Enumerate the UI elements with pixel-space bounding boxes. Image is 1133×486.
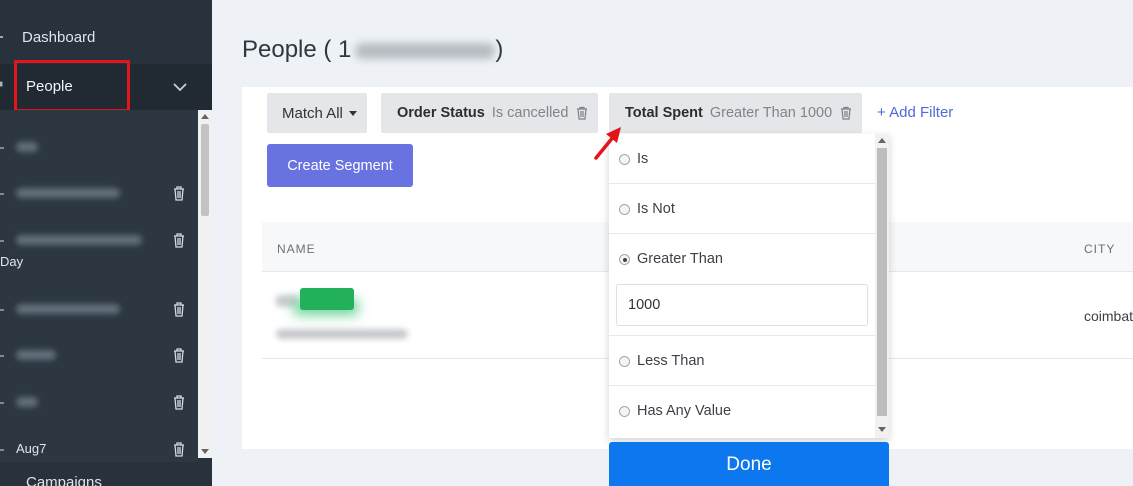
segment-bullet	[0, 309, 4, 311]
match-all-dropdown[interactable]: Match All	[267, 93, 367, 133]
status-badge	[300, 288, 354, 310]
radio-button[interactable]	[619, 356, 630, 367]
sidebar-item-people[interactable]: ■ People	[0, 60, 212, 112]
scroll-thumb[interactable]	[877, 148, 887, 416]
option-label: Is Not	[637, 201, 675, 217]
done-button[interactable]: Done	[609, 442, 889, 486]
segment-label-redacted	[16, 397, 38, 407]
trash-icon[interactable]	[172, 441, 186, 457]
radio-button[interactable]	[619, 204, 630, 215]
condition-dropdown: Is Is Not Greater Than Less Than Has Any…	[609, 134, 889, 438]
filter-value: Is cancelled	[491, 105, 569, 121]
radio-button-selected[interactable]	[619, 254, 630, 265]
chevron-down-icon[interactable]	[172, 79, 188, 95]
nav-bullet	[0, 36, 3, 38]
dropdown-scrollbar[interactable]	[875, 134, 889, 438]
segment-bullet	[0, 402, 4, 404]
filter-value: Greater Than 1000	[709, 105, 833, 121]
segment-item[interactable]	[0, 340, 198, 370]
option-label: Is	[637, 151, 649, 167]
trash-icon[interactable]	[840, 106, 852, 120]
segment-item[interactable]	[0, 132, 198, 162]
trash-icon[interactable]	[172, 301, 186, 317]
filter-key: Total Spent	[625, 105, 703, 121]
value-input[interactable]	[616, 284, 868, 326]
segment-item-aug7[interactable]: Aug7	[0, 434, 198, 464]
annotation-arrow-icon	[594, 127, 621, 160]
segment-bullet	[0, 355, 4, 357]
segment-label: Aug7	[16, 441, 47, 456]
segment-label-redacted	[16, 188, 120, 198]
scroll-up-icon[interactable]	[878, 138, 886, 143]
column-header-name[interactable]: NAME	[277, 242, 316, 256]
option-label: Greater Than	[637, 251, 723, 267]
filter-chip-total-spent[interactable]: Total Spent Greater Than 1000	[609, 93, 862, 133]
title-count-redacted	[355, 42, 496, 59]
sidebar-scrollbar[interactable]	[198, 110, 212, 458]
segment-label-fragment: Day	[0, 254, 24, 269]
segment-list: Aug7 Day	[0, 110, 198, 462]
segment-item[interactable]	[0, 294, 198, 324]
condition-option-less-than[interactable]: Less Than	[609, 336, 875, 386]
condition-option-has-any-value[interactable]: Has Any Value	[609, 386, 875, 436]
email-redacted	[276, 329, 408, 339]
column-header-city[interactable]: CITY	[1084, 242, 1115, 256]
create-segment-button[interactable]: Create Segment	[267, 144, 413, 187]
radio-button[interactable]	[619, 406, 630, 417]
option-label: Has Any Value	[637, 403, 732, 419]
trash-icon[interactable]	[576, 106, 588, 120]
segment-item[interactable]	[0, 225, 198, 255]
option-label: Less Than	[637, 353, 705, 369]
segment-bullet	[0, 240, 4, 242]
match-all-label: Match All	[282, 104, 343, 122]
segment-bullet	[0, 147, 4, 149]
scroll-thumb[interactable]	[201, 124, 209, 216]
sidebar-item-campaigns[interactable]: Campaigns	[0, 462, 212, 486]
sidebar: Dashboard ■ People Aug7 Day Campaigns	[0, 0, 212, 486]
trash-icon[interactable]	[172, 232, 186, 248]
add-filter-link[interactable]: + Add Filter	[877, 104, 953, 121]
segment-item[interactable]	[0, 178, 198, 208]
condition-option-is-not[interactable]: Is Not	[609, 184, 875, 234]
sidebar-item-label: Campaigns	[26, 474, 102, 486]
trash-icon[interactable]	[172, 347, 186, 363]
page-title: People ( 1)	[242, 36, 503, 64]
scroll-down-icon[interactable]	[201, 449, 209, 454]
sidebar-item-label: Dashboard	[22, 28, 96, 46]
segment-bullet	[0, 449, 4, 451]
segment-item[interactable]	[0, 387, 198, 417]
condition-option-greater-than[interactable]: Greater Than	[609, 234, 875, 284]
filter-chip-order-status[interactable]: Order Status Is cancelled	[381, 93, 598, 133]
caret-down-icon	[348, 110, 357, 116]
filter-key: Order Status	[397, 105, 485, 121]
scroll-down-icon[interactable]	[878, 427, 886, 432]
segment-bullet	[0, 193, 4, 195]
segment-label-redacted	[16, 235, 142, 245]
sidebar-item-dashboard[interactable]: Dashboard	[0, 20, 212, 54]
scroll-up-icon[interactable]	[201, 114, 209, 119]
people-icon: ■	[0, 79, 4, 90]
highlight-box	[14, 60, 130, 112]
segment-label-redacted	[16, 142, 38, 152]
segment-label-redacted	[16, 350, 56, 360]
segment-label-redacted	[16, 304, 120, 314]
page-title-prefix: People ( 1	[242, 36, 352, 63]
trash-icon[interactable]	[172, 185, 186, 201]
trash-icon[interactable]	[172, 394, 186, 410]
condition-option-is[interactable]: Is	[609, 134, 875, 184]
page-title-suffix: )	[495, 36, 504, 63]
city-cell: coimbat	[1084, 308, 1133, 324]
